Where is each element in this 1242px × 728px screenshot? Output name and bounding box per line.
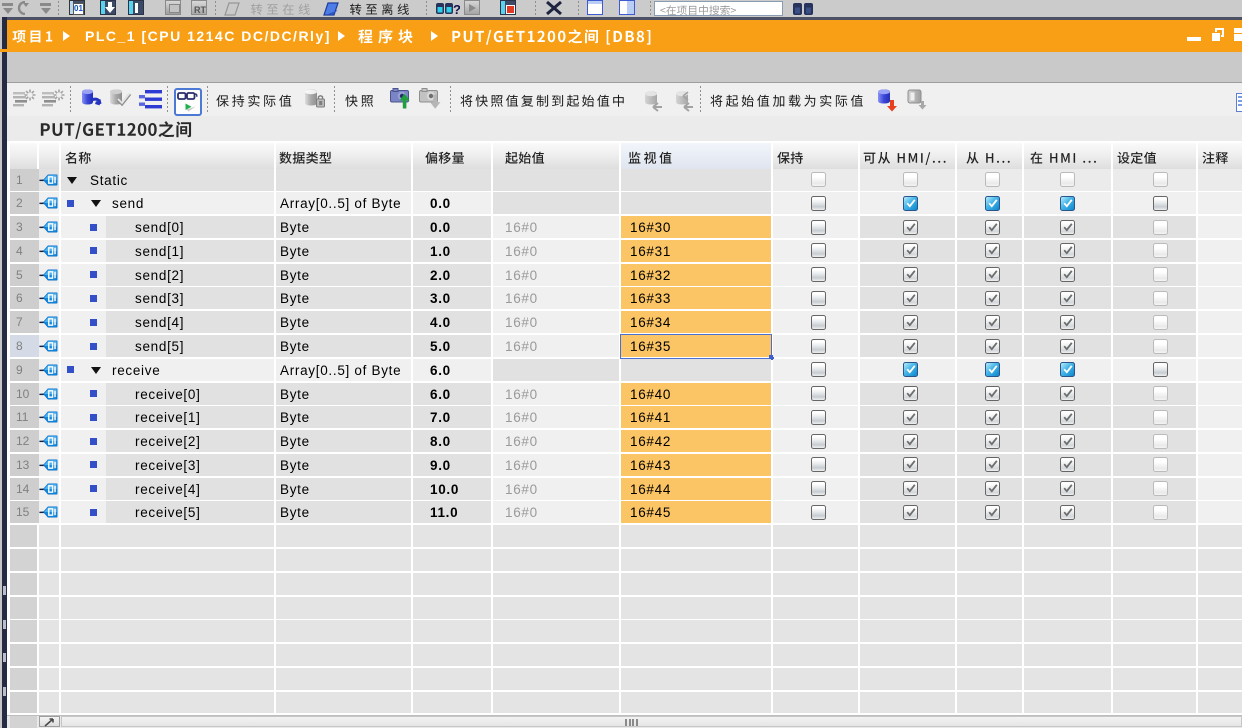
svg-text:?: ? (453, 2, 460, 16)
